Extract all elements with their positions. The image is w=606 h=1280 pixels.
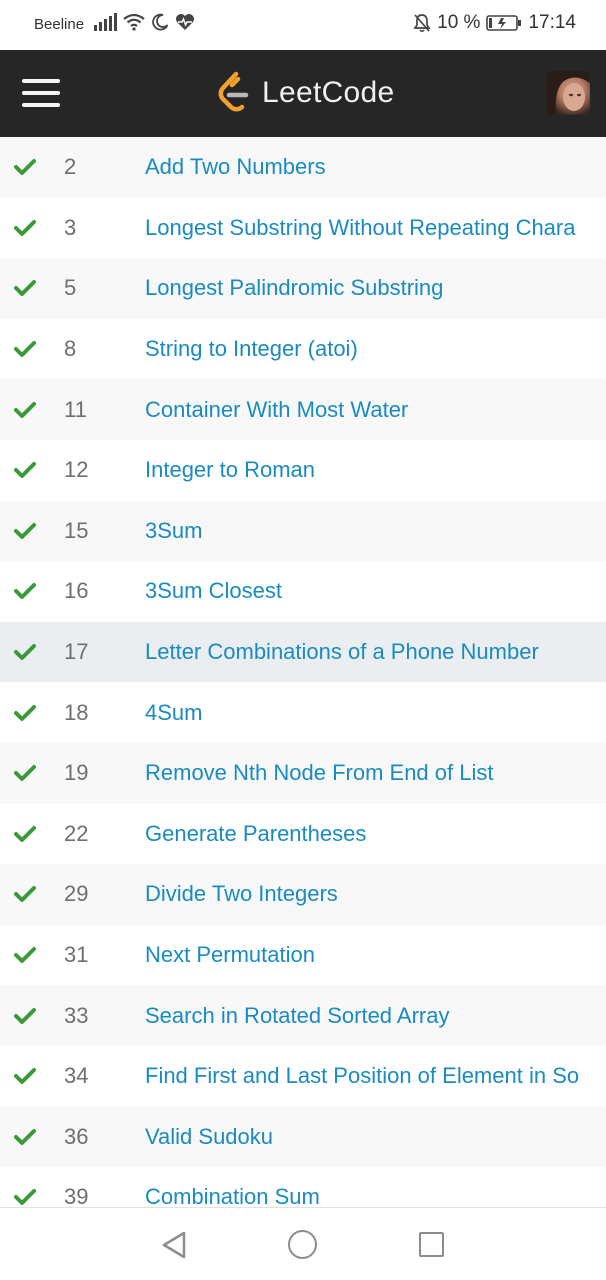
problem-row[interactable]: 34 Find First and Last Position of Elemen… (0, 1045, 606, 1107)
problem-number: 11 (64, 396, 87, 422)
recent-apps-icon[interactable] (419, 1232, 444, 1257)
solved-check-icon (14, 1189, 36, 1206)
solved-check-icon (14, 886, 36, 903)
problem-row[interactable]: 2 Add Two Numbers (0, 137, 606, 198)
problem-row[interactable]: 11 Container With Most Water (0, 379, 606, 440)
problem-number: 22 (64, 820, 89, 846)
solved-check-icon (14, 1068, 36, 1085)
health-heart-icon (176, 14, 194, 30)
home-icon[interactable] (288, 1230, 317, 1259)
notifications-off-icon (413, 14, 431, 33)
signal-icon (94, 13, 117, 31)
problem-list: 2 Add Two Numbers 3 Longest Substring Witho… (0, 137, 606, 1228)
problem-number: 31 (64, 942, 89, 968)
solved-check-icon (14, 704, 36, 721)
problem-row[interactable]: 12 Integer to Roman (0, 439, 606, 501)
problem-row[interactable]: 8 String to Integer (atoi) (0, 318, 606, 380)
problem-title-link[interactable]: Container With Most Water (145, 397, 408, 423)
logo-text: LeetCode (262, 76, 395, 109)
problem-title-link[interactable]: Next Permutation (145, 942, 315, 968)
user-avatar[interactable] (546, 71, 590, 115)
problem-number: 34 (64, 1063, 89, 1089)
problem-number: 15 (64, 517, 89, 543)
problem-title-link[interactable]: Letter Combinations of a Phone Number (145, 639, 539, 665)
problem-title-link[interactable]: Remove Nth Node From End of List (145, 760, 493, 786)
problem-row[interactable]: 22 Generate Parentheses (0, 803, 606, 865)
solved-check-icon (14, 947, 36, 964)
problem-title-link[interactable]: 3Sum Closest (145, 578, 282, 604)
wifi-icon (123, 13, 145, 31)
status-bar: Beeline 10 % 17:14 (0, 0, 606, 50)
solved-check-icon (14, 341, 36, 358)
problem-row[interactable]: 15 3Sum (0, 500, 606, 562)
problem-title-link[interactable]: Add Two Numbers (145, 154, 326, 180)
problem-number: 16 (64, 578, 89, 604)
solved-check-icon (14, 1128, 36, 1145)
moon-icon (152, 13, 169, 31)
problem-title-link[interactable]: 4Sum (145, 700, 202, 726)
problem-title-link[interactable]: Integer to Roman (145, 457, 315, 483)
solved-check-icon (14, 825, 36, 842)
problem-row[interactable]: 36 Valid Sudoku (0, 1106, 606, 1168)
solved-check-icon (14, 1007, 36, 1024)
problem-number: 17 (64, 639, 89, 665)
solved-check-icon (14, 401, 36, 418)
battery-percent: 10 % (437, 12, 481, 33)
problem-title-link[interactable]: Valid Sudoku (145, 1124, 273, 1150)
problem-number: 19 (64, 760, 89, 786)
solved-check-icon (14, 280, 36, 297)
leetcode-logo-icon (218, 71, 249, 112)
leetcode-logo[interactable]: LeetCode (216, 70, 395, 116)
status-icons-right: 10 % 17:14 (413, 12, 576, 34)
solved-check-icon (14, 159, 36, 176)
problem-row[interactable]: 16 3Sum Closest (0, 561, 606, 622)
problem-number: 18 (64, 699, 89, 725)
problem-row[interactable]: 19 Remove Nth Node From End of List (0, 742, 606, 804)
battery-charging-icon (486, 15, 522, 31)
problem-number: 12 (64, 457, 89, 483)
carrier-name: Beeline (34, 16, 85, 33)
problem-row[interactable]: 3 Longest Substring Without Repeating Cha… (0, 197, 606, 259)
problem-number: 33 (64, 1002, 89, 1028)
problem-title-link[interactable]: Longest Substring Without Repeating Char… (145, 215, 575, 241)
back-icon[interactable] (160, 1230, 188, 1260)
problem-number: 29 (64, 881, 89, 907)
problem-title-link[interactable]: 3Sum (145, 518, 202, 544)
solved-check-icon (14, 219, 36, 236)
problem-title-link[interactable]: Longest Palindromic Substring (145, 275, 443, 301)
solved-check-icon (14, 522, 36, 539)
clock-time: 17:14 (528, 12, 576, 33)
problem-number: 5 (64, 275, 77, 301)
problem-number: 8 (64, 336, 77, 362)
problem-row[interactable]: 29 Divide Two Integers (0, 864, 606, 925)
problem-number: 36 (64, 1123, 89, 1149)
problem-row[interactable]: 5 Longest Palindromic Substring (0, 258, 606, 319)
solved-check-icon (14, 462, 36, 479)
avatar-image (546, 71, 590, 115)
problem-title-link[interactable]: Find First and Last Position of Element … (145, 1063, 579, 1089)
problem-title-link[interactable]: String to Integer (atoi) (145, 336, 358, 362)
hamburger-menu-icon[interactable] (22, 79, 60, 107)
problem-row[interactable]: 31 Next Permutation (0, 924, 606, 986)
solved-check-icon (14, 583, 36, 600)
problem-title-link[interactable]: Search in Rotated Sorted Array (145, 1003, 450, 1029)
problem-row[interactable]: 18 4Sum (0, 682, 606, 743)
problem-row[interactable]: 33 Search in Rotated Sorted Array (0, 985, 606, 1046)
solved-check-icon (14, 765, 36, 782)
problem-title-link[interactable]: Divide Two Integers (145, 881, 338, 907)
app-screen: Beeline 10 % 17:14 LeetCode 2 Add Two Nu… (0, 0, 606, 1280)
app-header: LeetCode (0, 50, 606, 138)
problem-row[interactable]: 17 Letter Combinations of a Phone Number (0, 621, 606, 683)
problem-title-link[interactable]: Generate Parentheses (145, 821, 366, 847)
problem-number: 3 (64, 214, 77, 240)
problem-number: 2 (64, 154, 77, 180)
status-icons-left (94, 13, 195, 31)
solved-check-icon (14, 644, 36, 661)
system-navigation-bar (0, 1207, 606, 1280)
